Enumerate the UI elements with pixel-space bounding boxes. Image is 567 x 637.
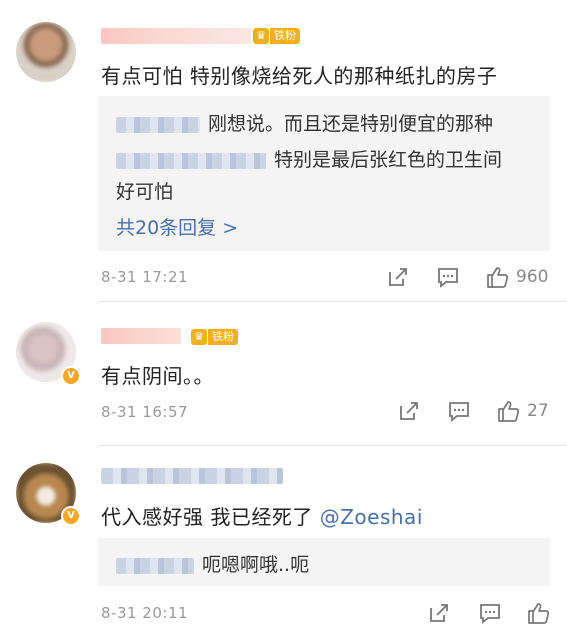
comment-icon bbox=[480, 604, 500, 624]
comment-text: 有点阴间。。 bbox=[101, 364, 214, 388]
reply-line: 特别是最后张红色的卫生间 bbox=[116, 145, 502, 172]
verified-icon: V bbox=[61, 506, 81, 526]
reply-text: 特别是最后张红色的卫生间 bbox=[274, 149, 503, 171]
reply-line: 好可怕 bbox=[116, 177, 173, 204]
share-icon bbox=[400, 402, 418, 420]
comment-text: 有点可怕 特别像烧给死人的那种纸扎的房子 bbox=[101, 64, 498, 88]
avatar-image bbox=[16, 22, 76, 82]
like-count: 960 bbox=[516, 267, 549, 287]
username-blurred[interactable] bbox=[101, 328, 181, 344]
username-blurred[interactable] bbox=[101, 28, 251, 44]
thumbs-up-icon bbox=[528, 603, 550, 624]
avatar[interactable] bbox=[16, 22, 76, 82]
like-button[interactable] bbox=[527, 601, 551, 625]
thumbs-up-icon bbox=[498, 401, 520, 422]
comment-text-body: 代入感好强 我已经死了 bbox=[101, 505, 320, 529]
comment-button[interactable] bbox=[437, 266, 459, 288]
comment-2: V ♛ 铁粉 有点阴间。。 8-31 16:57 27 bbox=[0, 302, 567, 446]
fan-badge-label: 铁粉 bbox=[208, 329, 238, 345]
reply-line: 呃嗯啊哦..呃 bbox=[116, 550, 309, 577]
verified-icon: V bbox=[61, 366, 81, 386]
comment-text: 代入感好强 我已经死了 @Zoeshai bbox=[101, 501, 423, 530]
like-button[interactable]: 27 bbox=[497, 399, 549, 423]
username-blurred[interactable] bbox=[101, 468, 283, 484]
reply-username-blurred[interactable] bbox=[116, 557, 194, 574]
comment-3: V 代入感好强 我已经死了 @Zoeshai 呃嗯啊哦..呃 8-31 20:1… bbox=[0, 446, 567, 637]
thumbs-up-icon bbox=[487, 267, 509, 288]
timestamp: 8-31 20:11 bbox=[101, 604, 189, 622]
comment-1: ♛ 铁粉 有点可怕 特别像烧给死人的那种纸扎的房子 刚想说。而且还是特别便宜的那… bbox=[0, 0, 567, 302]
fan-badge: ♛ 铁粉 bbox=[253, 27, 300, 45]
comment-button[interactable] bbox=[448, 400, 470, 422]
like-button[interactable]: 960 bbox=[486, 265, 548, 289]
reply-text: 刚想说。而且还是特别便宜的那种 bbox=[208, 113, 494, 135]
crown-icon: ♛ bbox=[253, 28, 269, 44]
timestamp: 8-31 16:57 bbox=[101, 403, 189, 421]
timestamp: 8-31 17:21 bbox=[101, 268, 189, 286]
comment-icon bbox=[438, 268, 458, 288]
reply-line: 刚想说。而且还是特别便宜的那种 bbox=[116, 109, 493, 136]
crown-icon: ♛ bbox=[191, 329, 207, 345]
fan-badge: ♛ 铁粉 bbox=[191, 328, 238, 346]
share-button[interactable] bbox=[398, 400, 420, 422]
mention-link[interactable]: @Zoeshai bbox=[320, 505, 423, 529]
reply-text: 好可怕 bbox=[116, 181, 174, 203]
share-button[interactable] bbox=[428, 602, 450, 624]
share-button[interactable] bbox=[387, 266, 409, 288]
share-icon bbox=[430, 604, 448, 622]
fan-badge-label: 铁粉 bbox=[270, 28, 300, 44]
reply-box[interactable]: 刚想说。而且还是特别便宜的那种 特别是最后张红色的卫生间 好可怕 共20条回复 … bbox=[98, 96, 550, 251]
reply-username-blurred[interactable] bbox=[116, 116, 200, 133]
comment-icon bbox=[449, 402, 469, 422]
reply-text: 呃嗯啊哦..呃 bbox=[202, 554, 310, 576]
more-replies-link[interactable]: 共20条回复 > bbox=[116, 213, 238, 240]
comment-button[interactable] bbox=[479, 602, 501, 624]
reply-username-blurred[interactable] bbox=[116, 152, 266, 169]
reply-box[interactable]: 呃嗯啊哦..呃 bbox=[98, 538, 550, 586]
share-icon bbox=[389, 268, 407, 286]
like-count: 27 bbox=[527, 401, 549, 421]
